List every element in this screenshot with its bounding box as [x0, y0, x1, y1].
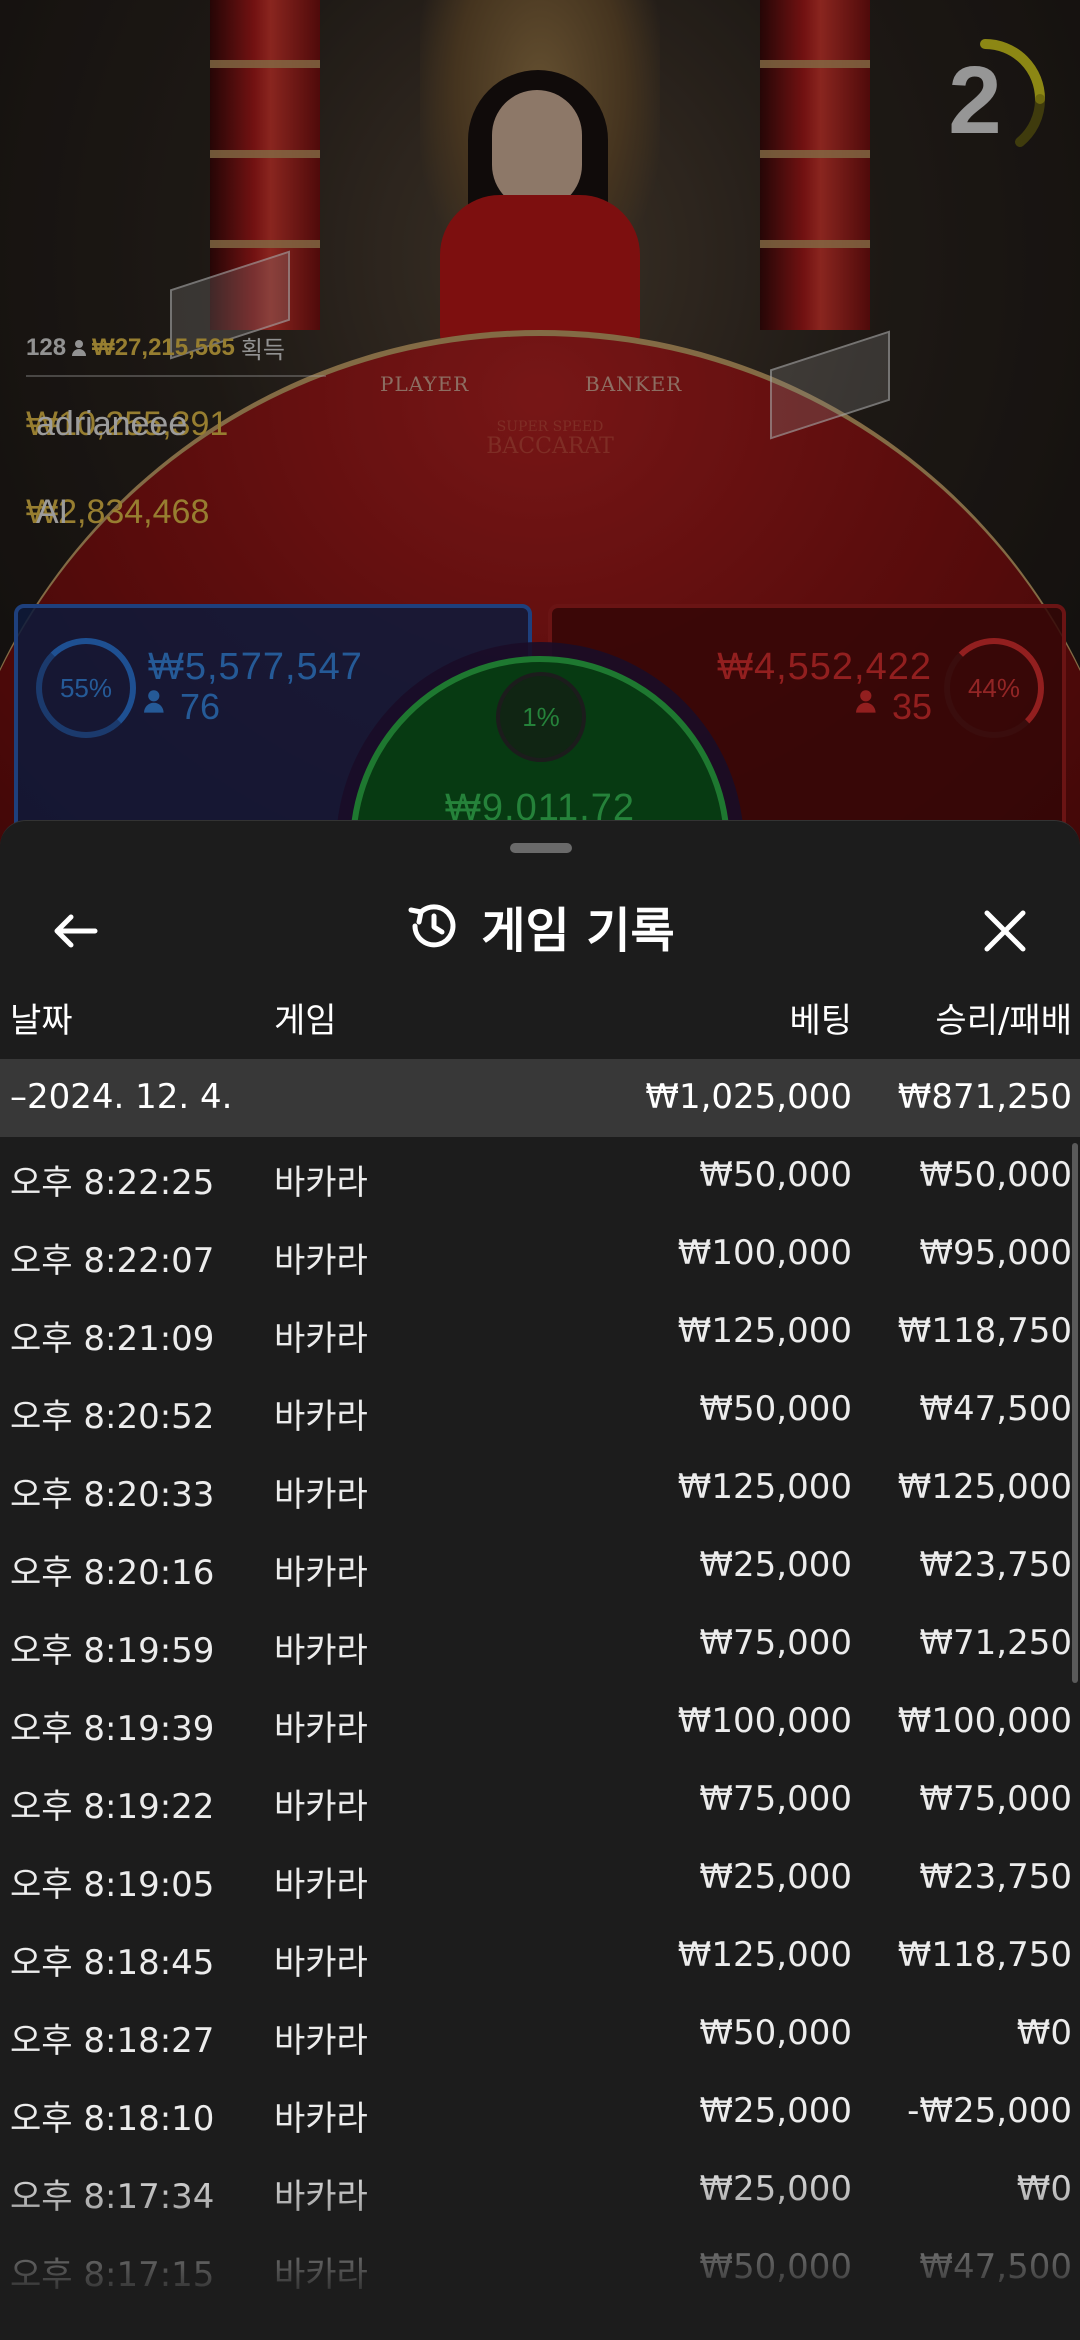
row-game: 바카라: [274, 1943, 368, 1983]
row-result: ₩23,750: [919, 1545, 1072, 1585]
row-time: 오후 8:21:09: [10, 1319, 215, 1359]
table-row[interactable]: 오후 8:18:45 바카라 ₩125,000 ₩118,750: [0, 1917, 1080, 1995]
sheet-title-group: 게임 기록: [0, 881, 1080, 971]
row-bet: ₩50,000: [699, 1155, 852, 1195]
row-game: 바카라: [274, 2021, 368, 2061]
row-time: 오후 8:19:22: [10, 1787, 215, 1827]
close-button[interactable]: [970, 901, 1040, 961]
table-row[interactable]: 오후 8:19:22 바카라 ₩75,000 ₩75,000: [0, 1761, 1080, 1839]
sheet-drag-handle[interactable]: [510, 843, 572, 853]
row-bet: ₩100,000: [677, 1701, 852, 1741]
arrow-left-icon: [54, 914, 98, 948]
row-result: ₩118,750: [897, 1311, 1072, 1351]
table-row[interactable]: 오후 8:17:15 바카라 ₩50,000 ₩47,500: [0, 2229, 1080, 2307]
row-bet: ₩25,000: [699, 2169, 852, 2209]
table-row[interactable]: 오후 8:20:52 바카라 ₩50,000 ₩47,500: [0, 1371, 1080, 1449]
row-time: 오후 8:19:59: [10, 1631, 215, 1671]
row-result: ₩23,750: [919, 1857, 1072, 1897]
table-row[interactable]: 오후 8:17:34 바카라 ₩25,000 ₩0: [0, 2151, 1080, 2229]
close-icon: [984, 910, 1026, 952]
history-icon: [408, 904, 456, 948]
table-row[interactable]: 오후 8:21:09 바카라 ₩125,000 ₩118,750: [0, 1293, 1080, 1371]
table-row[interactable]: 오후 8:22:25 바카라 ₩50,000 ₩50,000: [0, 1137, 1080, 1215]
row-time: 오후 8:20:52: [10, 1397, 215, 1437]
row-bet: ₩50,000: [699, 1389, 852, 1429]
row-result: ₩0: [1016, 2169, 1072, 2209]
row-game: 바카라: [274, 1319, 368, 1359]
row-game: 바카라: [274, 1241, 368, 1281]
row-result: ₩47,500: [919, 1389, 1072, 1429]
group-date: –2024. 12. 4.: [10, 1077, 233, 1117]
table-row[interactable]: 오후 8:19:59 바카라 ₩75,000 ₩71,250: [0, 1605, 1080, 1683]
row-bet: ₩125,000: [677, 1467, 852, 1507]
row-result: ₩118,750: [897, 1935, 1072, 1975]
row-time: 오후 8:20:33: [10, 1475, 215, 1515]
history-table-header: 날짜 게임 베팅 승리/패배: [0, 993, 1080, 1043]
row-bet: ₩50,000: [699, 2247, 852, 2287]
row-game: 바카라: [274, 2255, 368, 2295]
row-game: 바카라: [274, 1631, 368, 1671]
table-row[interactable]: 오후 8:20:16 바카라 ₩25,000 ₩23,750: [0, 1527, 1080, 1605]
row-bet: ₩25,000: [699, 1857, 852, 1897]
row-game: 바카라: [274, 1475, 368, 1515]
row-time: 오후 8:18:10: [10, 2099, 215, 2139]
scrollbar[interactable]: [1072, 1143, 1078, 1683]
date-group-row[interactable]: –2024. 12. 4. ₩1,025,000 ₩871,250: [0, 1059, 1080, 1137]
table-row[interactable]: 오후 8:20:33 바카라 ₩125,000 ₩125,000: [0, 1449, 1080, 1527]
back-button[interactable]: [40, 901, 110, 961]
row-game: 바카라: [274, 1163, 368, 1203]
column-date: 날짜: [10, 1001, 73, 1041]
row-time: 오후 8:17:15: [10, 2255, 215, 2295]
row-bet: ₩25,000: [699, 2091, 852, 2131]
sheet-title: 게임 기록: [481, 903, 675, 959]
row-game: 바카라: [274, 1787, 368, 1827]
row-game: 바카라: [274, 1865, 368, 1905]
row-bet: ₩50,000: [699, 2013, 852, 2053]
row-game: 바카라: [274, 2177, 368, 2217]
live-video: PLAYER BANKER SUPER SPEED BACCARAT 2 128…: [0, 0, 1080, 860]
row-bet: ₩100,000: [677, 1233, 852, 1273]
column-game: 게임: [274, 1001, 337, 1041]
row-time: 오후 8:22:25: [10, 1163, 215, 1203]
row-bet: ₩75,000: [699, 1623, 852, 1663]
history-table-body: –2024. 12. 4. ₩1,025,000 ₩871,250 오후 8:2…: [0, 1059, 1080, 2307]
row-result: ₩0: [1016, 2013, 1072, 2053]
table-row[interactable]: 오후 8:22:07 바카라 ₩100,000 ₩95,000: [0, 1215, 1080, 1293]
group-bet-total: ₩1,025,000: [645, 1077, 852, 1117]
row-bet: ₩25,000: [699, 1545, 852, 1585]
table-row[interactable]: 오후 8:19:05 바카라 ₩25,000 ₩23,750: [0, 1839, 1080, 1917]
row-game: 바카라: [274, 1709, 368, 1749]
row-time: 오후 8:18:45: [10, 1943, 215, 1983]
row-time: 오후 8:17:34: [10, 2177, 215, 2217]
row-game: 바카라: [274, 1553, 368, 1593]
table-row[interactable]: 오후 8:18:10 바카라 ₩25,000 -₩25,000: [0, 2073, 1080, 2151]
row-result: ₩50,000: [919, 1155, 1072, 1195]
row-game: 바카라: [274, 1397, 368, 1437]
row-bet: ₩125,000: [677, 1311, 852, 1351]
row-time: 오후 8:18:27: [10, 2021, 215, 2061]
group-result-total: ₩871,250: [897, 1077, 1072, 1117]
table-row[interactable]: 오후 8:19:39 바카라 ₩100,000 ₩100,000: [0, 1683, 1080, 1761]
video-dim-overlay[interactable]: [0, 0, 1080, 860]
table-row[interactable]: 오후 8:18:27 바카라 ₩50,000 ₩0: [0, 1995, 1080, 2073]
row-result: ₩47,500: [919, 2247, 1072, 2287]
row-result: ₩125,000: [897, 1467, 1072, 1507]
row-time: 오후 8:22:07: [10, 1241, 215, 1281]
row-result: -₩25,000: [907, 2091, 1072, 2131]
column-bet: 베팅: [789, 1001, 852, 1041]
row-time: 오후 8:20:16: [10, 1553, 215, 1593]
row-result: ₩75,000: [919, 1779, 1072, 1819]
row-result: ₩71,250: [919, 1623, 1072, 1663]
column-result: 승리/패배: [935, 1001, 1072, 1041]
row-time: 오후 8:19:39: [10, 1709, 215, 1749]
row-bet: ₩125,000: [677, 1935, 852, 1975]
row-bet: ₩75,000: [699, 1779, 852, 1819]
game-history-sheet: 게임 기록 날짜 게임 베팅 승리/패배 –2024. 12. 4. ₩1,02…: [0, 820, 1080, 2340]
row-game: 바카라: [274, 2099, 368, 2139]
sheet-header: 게임 기록: [0, 881, 1080, 971]
row-result: ₩100,000: [897, 1701, 1072, 1741]
row-time: 오후 8:19:05: [10, 1865, 215, 1905]
row-result: ₩95,000: [919, 1233, 1072, 1273]
